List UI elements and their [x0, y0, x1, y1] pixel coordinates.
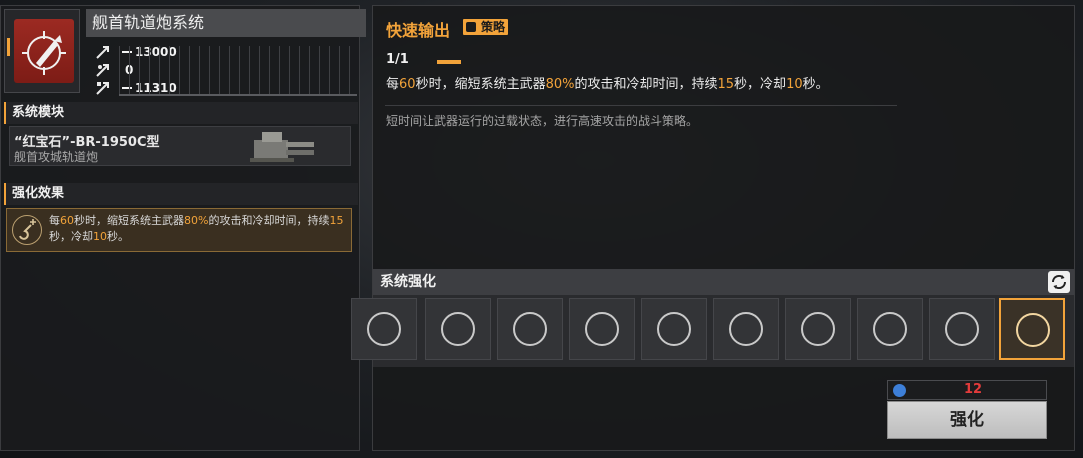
enhance-slot-5[interactable]	[641, 298, 707, 360]
skill-description: 每60秒时，缩短系统主武器80%的攻击和冷却时间，持续15秒，冷却10秒。	[386, 77, 829, 92]
system-panel: 舰首轨道炮系统 13000 0 11310 系统模块 “红宝石”-BR-1950…	[0, 5, 366, 451]
skill-name: 快速输出	[386, 21, 451, 40]
radar-spin-icon	[513, 312, 547, 346]
enhance-slot-3[interactable]	[497, 298, 563, 360]
enhance-slot-4[interactable]	[569, 298, 635, 360]
enhance-slot-7[interactable]	[785, 298, 851, 360]
enhance-heading: 系统强化	[373, 269, 1074, 295]
divider	[385, 105, 897, 106]
effect-text: 每60秒时，缩短系统主武器80%的攻击和冷却时间，持续15秒，冷却10秒。	[49, 214, 344, 243]
upgrade-button[interactable]: 强化	[887, 401, 1047, 439]
cost-value: 12	[964, 382, 983, 397]
triple-arrow-icon	[657, 312, 691, 346]
system-title: 舰首轨道炮系统	[86, 9, 366, 37]
attack-low-icon	[96, 82, 109, 95]
guitar-plus-icon	[1016, 313, 1050, 347]
strategy-tag: 策略	[463, 19, 509, 35]
skill-panel: 快速输出 策略 1/1 每60秒时，缩短系统主武器80%的攻击和冷却时间，持续1…	[351, 5, 1075, 451]
cube-shield-icon	[945, 312, 979, 346]
system-icon-box	[4, 9, 80, 93]
stat-tick-baseline	[119, 94, 357, 96]
enhance-slot-2[interactable]	[425, 298, 491, 360]
strategy-icon	[466, 22, 476, 32]
railgun-model-icon	[250, 132, 314, 162]
upgrade-cost: 12	[887, 380, 1047, 400]
stat-tick-scale	[119, 46, 357, 96]
skill-level: 1/1	[386, 52, 409, 67]
burst-crown-icon	[801, 312, 835, 346]
level-bar	[437, 60, 461, 64]
resource-icon	[893, 384, 906, 397]
radar-sweep-icon	[585, 312, 619, 346]
enhance-slot-9[interactable]	[929, 298, 995, 360]
enhance-slot-6[interactable]	[713, 298, 779, 360]
missile-up-icon	[367, 312, 401, 346]
shield-hex-icon	[729, 312, 763, 346]
missile-boost-icon	[441, 312, 475, 346]
enhance-slot-row: ‹	[351, 295, 1074, 367]
effect-heading: 强化效果	[4, 183, 358, 205]
attack-mid-icon	[96, 64, 109, 77]
attack-up-icon	[96, 46, 109, 59]
accent-mark	[7, 38, 10, 56]
refresh-button[interactable]	[1048, 271, 1070, 293]
module-subtitle: 舰首攻城轨道炮	[14, 150, 99, 164]
module-heading: 系统模块	[4, 102, 358, 124]
enhance-slot-1[interactable]	[351, 298, 417, 360]
refresh-icon	[1051, 274, 1067, 290]
enhance-slot-10[interactable]	[999, 298, 1065, 360]
module-card[interactable]: “红宝石”-BR-1950C型 舰首攻城轨道炮	[9, 126, 351, 166]
railgun-icon	[14, 19, 74, 83]
guitar-plus-icon	[12, 215, 42, 245]
enhance-slot-8[interactable]	[857, 298, 923, 360]
anvil-icon	[873, 312, 907, 346]
effect-box: 每60秒时，缩短系统主武器80%的攻击和冷却时间，持续15秒，冷却10秒。	[6, 208, 352, 252]
skill-flavor: 短时间让武器运行的过载状态，进行高速攻击的战斗策略。	[386, 114, 699, 128]
